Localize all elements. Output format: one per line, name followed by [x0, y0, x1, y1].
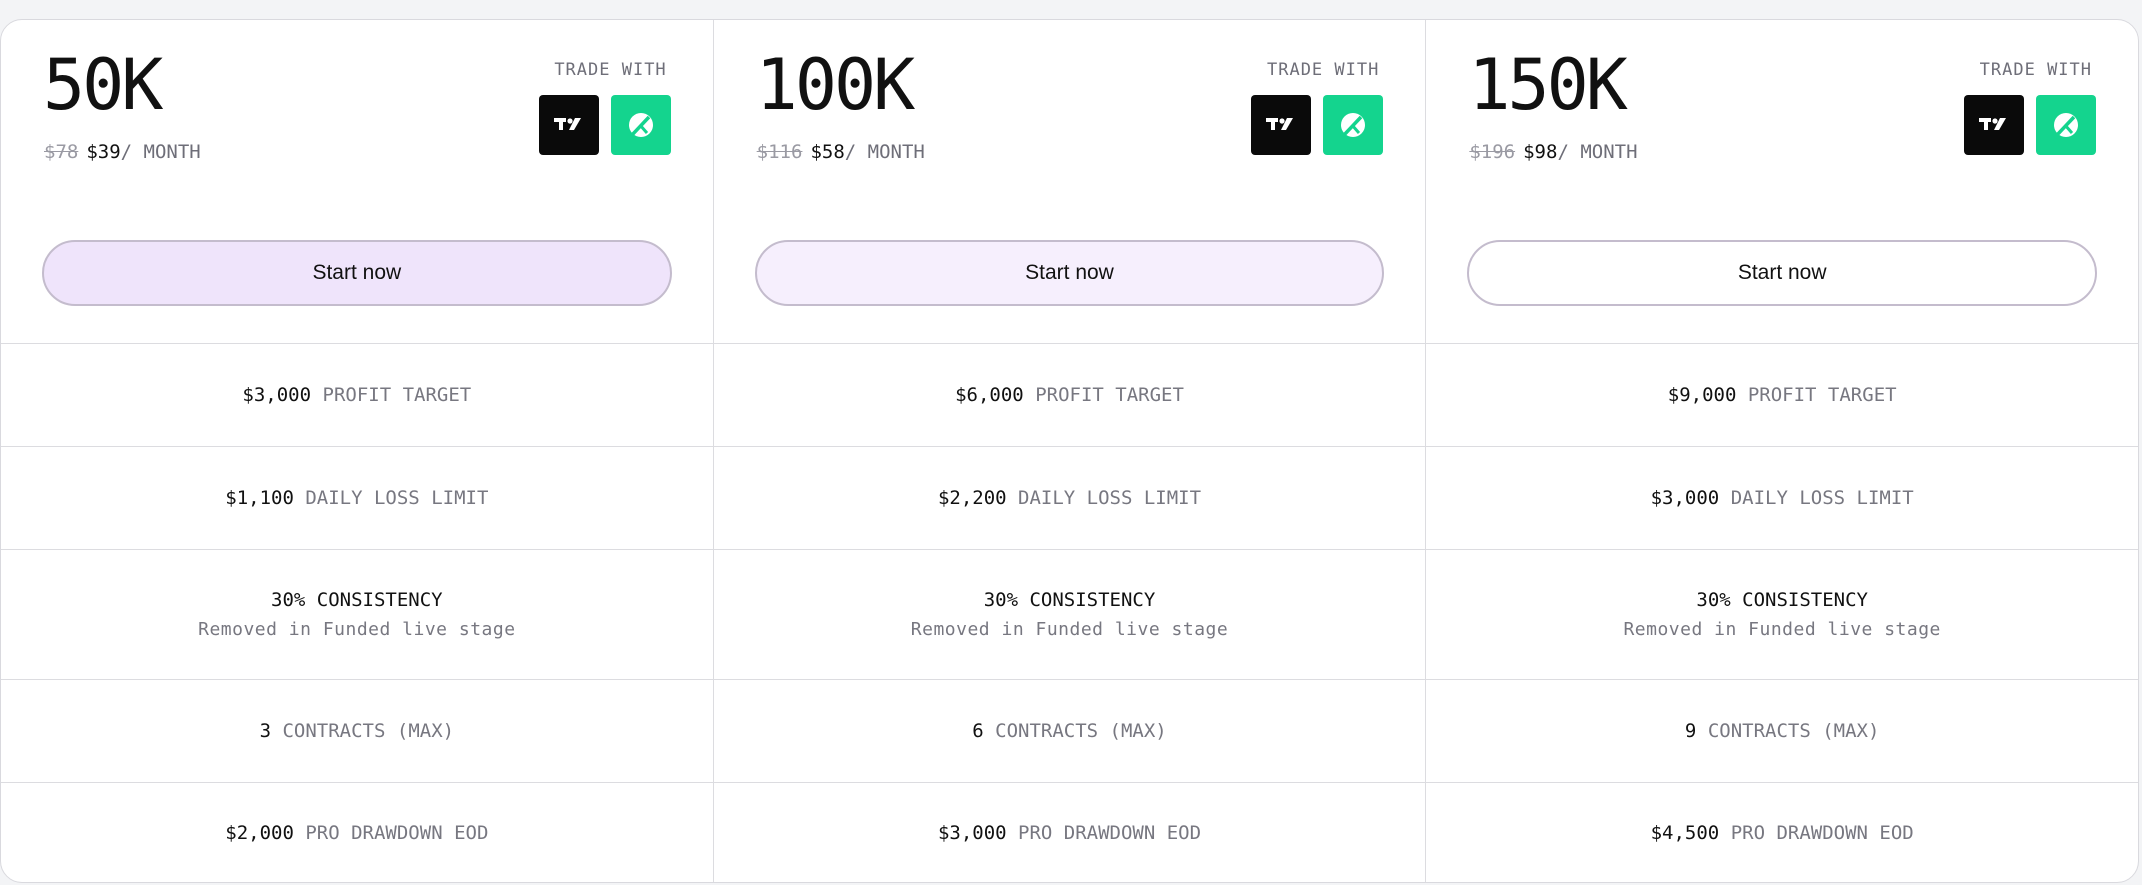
trade-with-label: TRADE WITH	[1266, 60, 1380, 80]
old-price: $116	[756, 141, 803, 163]
drawdown-value: $3,000	[937, 821, 1007, 844]
start-now-button[interactable]: Start now	[42, 240, 672, 306]
plan-size: 100K	[755, 44, 916, 126]
plan-column-100k: 100K $116 $58/ MONTH TRADE WITH Start no…	[713, 20, 1427, 882]
per-month-label: / MONTH	[844, 141, 925, 163]
start-now-button[interactable]: Start now	[1467, 240, 2098, 306]
drawdown-row: $4,500 PRO DRAWDOWN EOD	[1426, 783, 2138, 882]
tradingview-icon[interactable]	[1251, 95, 1312, 155]
current-price: $98	[1523, 141, 1558, 163]
consistency-value: 30% CONSISTENCY	[271, 589, 443, 611]
plan-price: $78 $39/ MONTH	[44, 143, 201, 162]
drawdown-value: $4,500	[1650, 821, 1720, 844]
profit-target-row: $9,000 PROFIT TARGET	[1426, 344, 2138, 447]
daily-loss-limit-row: $1,100 DAILY LOSS LIMIT	[1, 447, 713, 550]
consistency-row: 30% CONSISTENCY Removed in Funded live s…	[713, 550, 1426, 680]
leaf-logo	[2054, 113, 2079, 137]
per-month-label: / MONTH	[120, 141, 201, 163]
plan-price: $116 $58/ MONTH	[757, 143, 925, 162]
consistency-row: 30% CONSISTENCY Removed in Funded live s…	[1, 550, 713, 680]
plan-price: $196 $98/ MONTH	[1469, 143, 1637, 162]
contracts-row: 6 CONTRACTS (MAX)	[713, 680, 1426, 783]
daily-loss-limit-row: $2,200 DAILY LOSS LIMIT	[713, 447, 1426, 550]
profit-target-row: $3,000 PROFIT TARGET	[1, 344, 713, 447]
daily-loss-limit-row: $3,000 DAILY LOSS LIMIT	[1426, 447, 2138, 550]
consistency-subtext: Removed in Funded live stage	[910, 619, 1229, 640]
contracts-value: 9	[1684, 720, 1697, 742]
daily-loss-limit-label: DAILY LOSS LIMIT	[1730, 487, 1914, 509]
drawdown-label: PRO DRAWDOWN EOD	[305, 821, 489, 844]
contracts-row: 3 CONTRACTS (MAX)	[1, 680, 713, 783]
daily-loss-limit-value: $3,000	[1650, 487, 1720, 509]
start-now-button[interactable]: Start now	[754, 240, 1385, 306]
old-price: $78	[44, 141, 79, 163]
plan-header: 150K $196 $98/ MONTH TRADE WITH Start no…	[1426, 20, 2138, 344]
profit-target-label: PROFIT TARGET	[1035, 384, 1184, 406]
tradingview-logo	[1979, 118, 2007, 130]
tradingview-icon[interactable]	[538, 95, 599, 155]
contracts-label: CONTRACTS (MAX)	[995, 720, 1167, 742]
per-month-label: / MONTH	[1557, 141, 1638, 163]
drawdown-row: $2,000 PRO DRAWDOWN EOD	[1, 783, 713, 882]
profit-target-row: $6,000 PROFIT TARGET	[713, 344, 1426, 447]
leaf-platform-icon[interactable]	[2036, 95, 2097, 155]
current-price: $39	[86, 141, 121, 163]
drawdown-value: $2,000	[225, 821, 294, 844]
tradingview-logo	[553, 118, 581, 130]
platform-list	[538, 95, 671, 155]
drawdown-label: PRO DRAWDOWN EOD	[1018, 821, 1202, 844]
leaf-platform-icon[interactable]	[1323, 95, 1384, 155]
daily-loss-limit-value: $2,200	[937, 487, 1007, 509]
profit-target-value: $6,000	[955, 384, 1024, 406]
plan-size: 50K	[43, 44, 163, 126]
contracts-label: CONTRACTS (MAX)	[282, 720, 455, 742]
contracts-value: 6	[972, 720, 984, 742]
daily-loss-limit-value: $1,100	[225, 487, 294, 509]
leaf-logo	[628, 113, 653, 137]
trade-with-label: TRADE WITH	[1979, 60, 2093, 80]
tradingview-icon[interactable]	[1964, 95, 2025, 155]
pricing-card: 50K $78 $39/ MONTH TRADE WITH Start now …	[0, 19, 2139, 883]
platform-list	[1964, 95, 2097, 155]
leaf-logo	[1341, 113, 1366, 137]
current-price: $58	[810, 141, 845, 163]
trade-with-label: TRADE WITH	[554, 60, 667, 80]
consistency-value: 30% CONSISTENCY	[1696, 589, 1868, 611]
drawdown-label: PRO DRAWDOWN EOD	[1730, 821, 1914, 844]
plan-header: 100K $116 $58/ MONTH TRADE WITH Start no…	[713, 20, 1426, 344]
platform-list	[1251, 95, 1384, 155]
daily-loss-limit-label: DAILY LOSS LIMIT	[1018, 487, 1202, 509]
profit-target-label: PROFIT TARGET	[322, 384, 472, 406]
consistency-value: 30% CONSISTENCY	[983, 589, 1156, 611]
leaf-platform-icon[interactable]	[610, 95, 671, 155]
profit-target-label: PROFIT TARGET	[1747, 384, 1897, 406]
plan-size: 150K	[1468, 44, 1628, 126]
drawdown-row: $3,000 PRO DRAWDOWN EOD	[714, 783, 1426, 882]
consistency-subtext: Removed in Funded live stage	[198, 619, 516, 640]
consistency-row: 30% CONSISTENCY Removed in Funded live s…	[1426, 550, 2138, 680]
plan-header: 50K $78 $39/ MONTH TRADE WITH Start now	[1, 20, 713, 344]
contracts-label: CONTRACTS (MAX)	[1707, 720, 1880, 742]
plan-column-150k: 150K $196 $98/ MONTH TRADE WITH Start no…	[1426, 20, 2138, 882]
daily-loss-limit-label: DAILY LOSS LIMIT	[305, 487, 489, 509]
plan-column-50k: 50K $78 $39/ MONTH TRADE WITH Start now …	[1, 20, 714, 882]
contracts-value: 3	[259, 720, 272, 742]
old-price: $196	[1469, 141, 1516, 163]
tradingview-logo	[1266, 118, 1294, 130]
consistency-subtext: Removed in Funded live stage	[1623, 619, 1941, 640]
profit-target-value: $9,000	[1667, 384, 1737, 406]
profit-target-value: $3,000	[242, 384, 312, 406]
contracts-row: 9 CONTRACTS (MAX)	[1426, 680, 2138, 783]
